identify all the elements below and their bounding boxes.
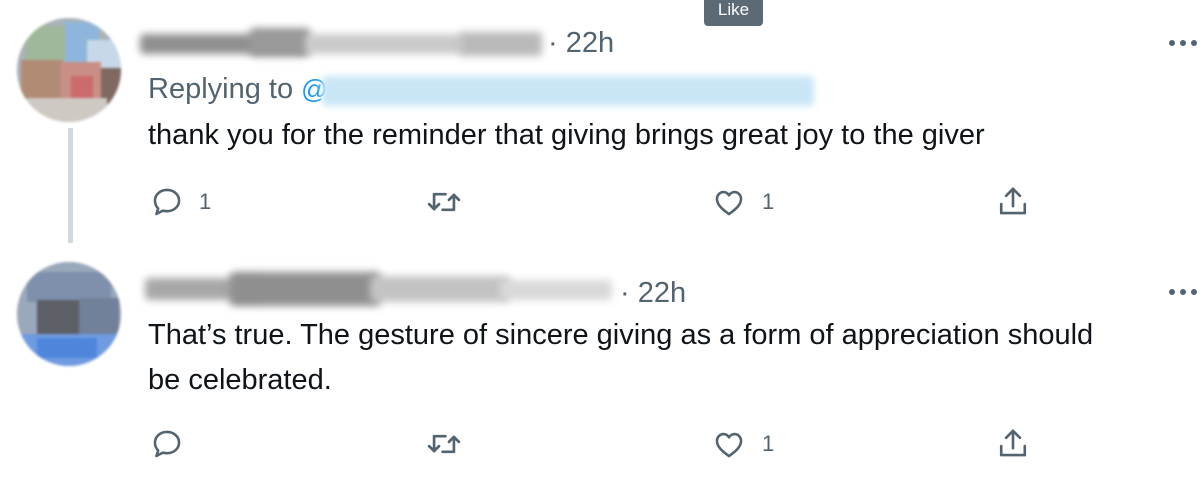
share-button[interactable] bbox=[996, 182, 1030, 222]
reply-button[interactable]: 1 bbox=[150, 182, 211, 222]
retweet-button[interactable] bbox=[425, 182, 478, 222]
reply-icon bbox=[153, 430, 181, 458]
heart-icon bbox=[715, 190, 743, 216]
thread-connector bbox=[68, 128, 73, 243]
mention-handle-redacted[interactable] bbox=[322, 76, 814, 106]
heart-icon bbox=[715, 432, 743, 458]
share-icon bbox=[999, 429, 1027, 457]
replying-to-text: Replying to bbox=[148, 73, 294, 105]
share-icon bbox=[999, 187, 1027, 215]
replying-to-label: Replying to @ bbox=[148, 72, 328, 106]
reply-count: 1 bbox=[199, 189, 212, 214]
tweet-timestamp[interactable]: · 22h bbox=[548, 26, 614, 60]
tweet-text-line-1: That’s true. The gesture of sincere givi… bbox=[148, 319, 1094, 351]
retweet-button[interactable] bbox=[425, 424, 478, 464]
avatar[interactable] bbox=[17, 262, 121, 366]
reply-icon bbox=[153, 188, 181, 216]
more-icon[interactable] bbox=[1169, 40, 1197, 46]
like-button[interactable]: 1 bbox=[711, 424, 774, 464]
retweet-icon bbox=[427, 192, 461, 212]
tweet-timestamp[interactable]: · 22h bbox=[620, 276, 686, 310]
like-tooltip: Like bbox=[704, 0, 763, 26]
avatar[interactable] bbox=[17, 18, 121, 122]
like-count: 1 bbox=[762, 189, 775, 214]
retweet-icon bbox=[427, 434, 461, 454]
tweet-text-line-2: be celebrated. bbox=[148, 364, 332, 396]
reply-button[interactable] bbox=[150, 424, 199, 464]
tweet-text: thank you for the reminder that giving b… bbox=[148, 119, 985, 151]
like-count: 1 bbox=[762, 431, 775, 456]
like-button[interactable]: 1 bbox=[711, 182, 774, 222]
more-icon[interactable] bbox=[1169, 289, 1197, 295]
share-button[interactable] bbox=[996, 424, 1030, 464]
